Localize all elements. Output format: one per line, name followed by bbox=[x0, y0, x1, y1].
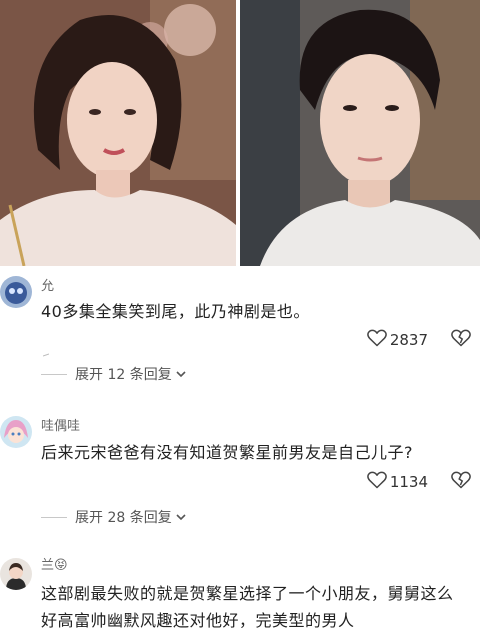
replies-label: 展开 12 条回复 bbox=[75, 367, 172, 383]
avatar[interactable] bbox=[0, 558, 32, 590]
expand-replies-button[interactable]: 展开 12 条回复 bbox=[41, 364, 186, 384]
comment-item: 允 40多集全集笑到尾，此乃神剧是也。 2837 展开 12 条回复 bbox=[0, 266, 480, 390]
comment-text: 这部剧最失败的就是贺繁星选择了一个小朋友，舅舅这么好高富帅幽默风趣还对他好，完美… bbox=[41, 584, 454, 630]
like-count: 2837 bbox=[389, 331, 428, 349]
comment-actions: 2837 bbox=[366, 328, 472, 352]
comment-item: 兰😝 这部剧最失败的就是贺繁星选择了一个小朋友，舅舅这么好高富帅幽默风趣还对他好… bbox=[0, 546, 480, 640]
comment-text: 40多集全集笑到尾，此乃神剧是也。 bbox=[41, 302, 310, 321]
heart-outline-icon bbox=[366, 329, 387, 351]
comment-username[interactable]: 兰😝 bbox=[41, 554, 68, 573]
divider-mark bbox=[42, 342, 50, 357]
chevron-down-icon bbox=[176, 509, 186, 525]
heart-outline-icon bbox=[366, 471, 387, 493]
like-count: 1134 bbox=[389, 473, 428, 491]
dislike-button[interactable] bbox=[450, 329, 472, 351]
comment-text: 后来元宋爸爸有没有知道贺繁星前男友是自己儿子? bbox=[41, 443, 413, 462]
drama-stills bbox=[0, 0, 480, 266]
comment-username[interactable]: 允 bbox=[41, 275, 54, 294]
dislike-button[interactable] bbox=[450, 471, 472, 493]
expand-replies-button[interactable]: 展开 28 条回复 bbox=[41, 507, 186, 527]
broken-heart-icon bbox=[451, 329, 471, 351]
replies-divider bbox=[41, 373, 67, 375]
broken-heart-icon bbox=[451, 471, 471, 493]
still-image-right bbox=[240, 0, 480, 266]
like-button[interactable]: 1134 bbox=[366, 471, 428, 493]
username-emoji: 😝 bbox=[54, 558, 68, 573]
username-text: 兰 bbox=[41, 558, 55, 573]
comment-item: 哇偶哇 后来元宋爸爸有没有知道贺繁星前男友是自己儿子? 1134 展开 28 条… bbox=[0, 405, 480, 535]
chevron-down-icon bbox=[176, 366, 186, 382]
avatar[interactable] bbox=[0, 416, 32, 448]
comment-actions: 1134 bbox=[366, 470, 472, 494]
replies-label: 展开 28 条回复 bbox=[75, 510, 172, 526]
comment-username[interactable]: 哇偶哇 bbox=[41, 415, 80, 434]
still-image-left bbox=[0, 0, 236, 266]
replies-divider bbox=[41, 516, 67, 518]
avatar[interactable] bbox=[0, 276, 32, 308]
like-button[interactable]: 2837 bbox=[366, 329, 428, 351]
